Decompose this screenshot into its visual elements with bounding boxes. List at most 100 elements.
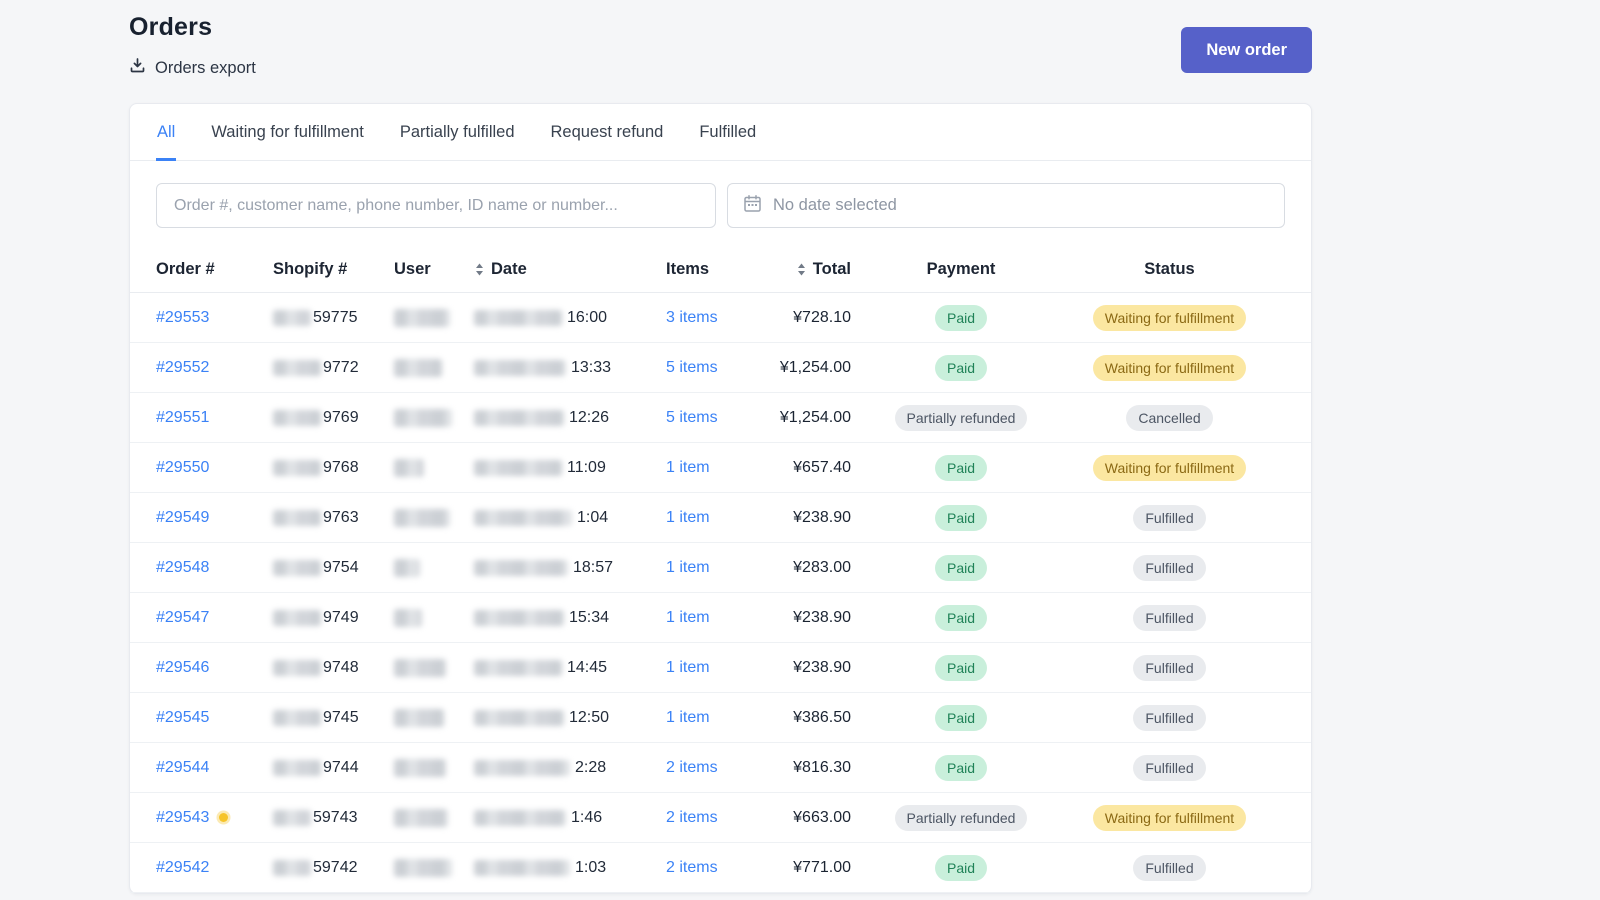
redacted-user-block: [394, 408, 452, 427]
shopify-number: 9768: [323, 458, 359, 476]
order-cell: #29545: [156, 709, 273, 727]
shopify-cell: 9744: [273, 759, 394, 777]
items-link[interactable]: 3 items: [666, 309, 718, 327]
order-link[interactable]: #29547: [156, 609, 209, 627]
redacted-date-block: [474, 509, 572, 526]
status-badge: Cancelled: [1126, 404, 1213, 431]
date-placeholder: No date selected: [773, 196, 897, 214]
items-link[interactable]: 1 item: [666, 659, 710, 677]
status-cell: Waiting for fulfillment: [1051, 454, 1288, 481]
sort-icon[interactable]: [474, 262, 485, 277]
redacted-shopify-block: [273, 609, 321, 626]
column-header: Date: [474, 260, 666, 279]
date-cell: 2:28: [474, 759, 666, 777]
status-badge: Waiting for fulfillment: [1092, 354, 1247, 381]
redacted-date-block: [474, 709, 564, 726]
status-badge: Fulfilled: [1133, 604, 1206, 631]
filters-bar: No date selected: [130, 161, 1311, 246]
orders-export-button[interactable]: Orders export: [129, 57, 256, 79]
shopify-cell: 9763: [273, 509, 394, 527]
user-cell: [394, 558, 474, 577]
tab-request-refund[interactable]: Request refund: [550, 104, 665, 161]
items-link[interactable]: 2 items: [666, 859, 718, 877]
order-link[interactable]: #29545: [156, 709, 209, 727]
payment-badge: Paid: [934, 554, 988, 581]
order-total: ¥238.90: [793, 608, 851, 626]
order-link[interactable]: #29546: [156, 659, 209, 677]
items-cell: 1 item: [666, 709, 771, 727]
orders-export-label: Orders export: [155, 58, 256, 77]
order-link[interactable]: #29543: [156, 809, 209, 827]
status-cell: Waiting for fulfillment: [1051, 304, 1288, 331]
search-input[interactable]: [156, 183, 716, 228]
items-cell: 1 item: [666, 559, 771, 577]
items-link[interactable]: 1 item: [666, 459, 710, 477]
items-link[interactable]: 1 item: [666, 709, 710, 727]
table-row: #29543 59743 1:46 2 items ¥663.00 Partia…: [130, 793, 1311, 843]
redacted-user-block: [394, 508, 450, 527]
payment-cell: Paid: [871, 754, 1051, 781]
redacted-shopify-block: [273, 509, 321, 526]
redacted-user-block: [394, 558, 420, 577]
order-link[interactable]: #29544: [156, 759, 209, 777]
date-cell: 12:50: [474, 709, 666, 727]
items-link[interactable]: 2 items: [666, 809, 718, 827]
table-row: #29550 9768 11:09 1 item ¥657.40 Paid Wa…: [130, 443, 1311, 493]
order-link[interactable]: #29552: [156, 359, 209, 377]
column-label: Status: [1144, 259, 1195, 278]
items-link[interactable]: 2 items: [666, 759, 718, 777]
payment-cell: Paid: [871, 504, 1051, 531]
date-cell: 1:04: [474, 509, 666, 527]
order-link[interactable]: #29553: [156, 309, 209, 327]
items-cell: 1 item: [666, 659, 771, 677]
shopify-number: 9749: [323, 608, 359, 626]
redacted-shopify-block: [273, 309, 311, 326]
status-badge: Waiting for fulfillment: [1092, 454, 1247, 481]
shopify-number: 9772: [323, 358, 359, 376]
order-total: ¥238.90: [793, 658, 851, 676]
order-link[interactable]: #29548: [156, 559, 209, 577]
status-badge: Fulfilled: [1133, 854, 1206, 881]
new-order-button[interactable]: New order: [1181, 27, 1312, 73]
order-total: ¥663.00: [793, 808, 851, 826]
order-link[interactable]: #29549: [156, 509, 209, 527]
payment-badge: Paid: [934, 754, 988, 781]
status-cell: Fulfilled: [1051, 604, 1288, 631]
user-cell: [394, 758, 474, 777]
tab-partially-fulfilled[interactable]: Partially fulfilled: [399, 104, 516, 161]
status-cell: Fulfilled: [1051, 554, 1288, 581]
order-total: ¥657.40: [793, 458, 851, 476]
redacted-user-block: [394, 308, 450, 327]
tab-all[interactable]: All: [156, 104, 177, 161]
order-link[interactable]: #29550: [156, 459, 209, 477]
status-cell: Fulfilled: [1051, 504, 1288, 531]
payment-cell: Paid: [871, 704, 1051, 731]
shopify-number: 59742: [313, 858, 358, 876]
payment-badge: Partially refunded: [894, 804, 1028, 831]
status-cell: Fulfilled: [1051, 704, 1288, 731]
order-time: 11:09: [567, 458, 606, 476]
order-link[interactable]: #29542: [156, 859, 209, 877]
order-time: 1:04: [577, 508, 609, 526]
tab-waiting-for-fulfillment[interactable]: Waiting for fulfillment: [210, 104, 365, 161]
order-link[interactable]: #29551: [156, 409, 209, 427]
order-total: ¥771.00: [793, 858, 851, 876]
items-link[interactable]: 1 item: [666, 559, 710, 577]
tab-fulfilled[interactable]: Fulfilled: [698, 104, 757, 161]
items-link[interactable]: 5 items: [666, 359, 718, 377]
items-link[interactable]: 5 items: [666, 409, 718, 427]
items-link[interactable]: 1 item: [666, 509, 710, 527]
user-cell: [394, 608, 474, 627]
sort-icon[interactable]: [796, 262, 807, 277]
user-cell: [394, 458, 474, 477]
column-header: Shopify #: [273, 260, 394, 279]
user-cell: [394, 508, 474, 527]
shopify-cell: 9768: [273, 459, 394, 477]
column-header: Status: [1051, 260, 1288, 279]
page-title: Orders: [129, 13, 213, 41]
date-filter[interactable]: No date selected: [727, 183, 1285, 228]
table-row: #29542 59742 1:03 2 items ¥771.00 Paid F…: [130, 843, 1311, 893]
items-link[interactable]: 1 item: [666, 609, 710, 627]
order-cell: #29543: [156, 809, 273, 827]
items-cell: 1 item: [666, 509, 771, 527]
